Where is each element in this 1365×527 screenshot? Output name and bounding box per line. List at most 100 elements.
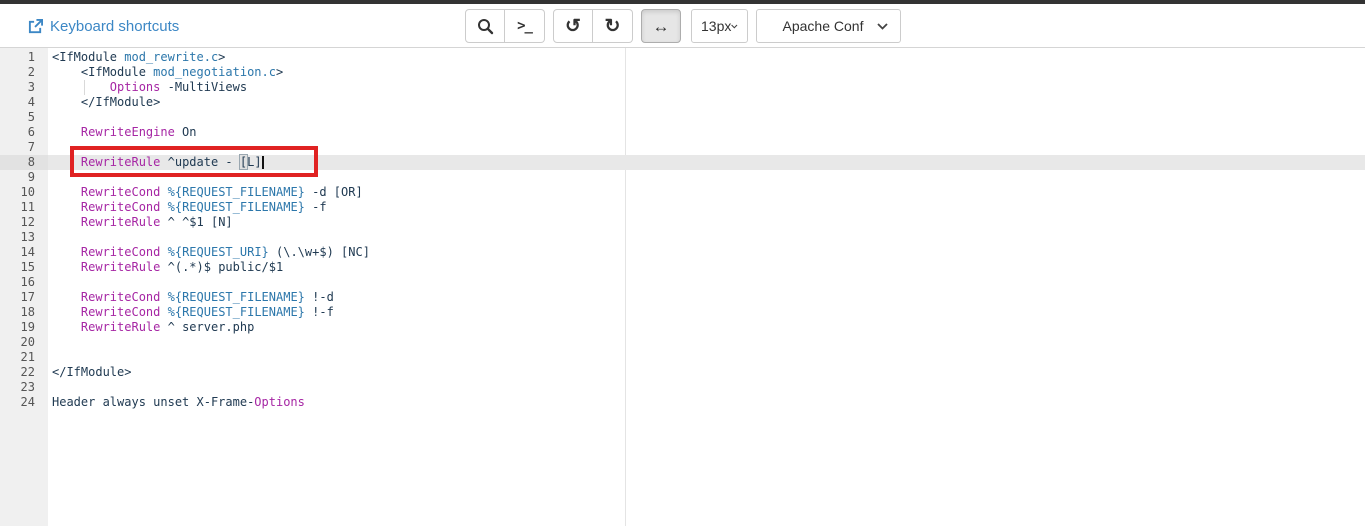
- search-icon: [477, 18, 494, 35]
- code-text: !-d: [305, 290, 334, 304]
- code-line[interactable]: 5: [0, 110, 1365, 125]
- line-number: 18: [0, 305, 48, 320]
- code-text: [52, 185, 81, 199]
- code-line[interactable]: 7: [0, 140, 1365, 155]
- code-line-content[interactable]: [48, 110, 1365, 125]
- code-editor[interactable]: 1<IfModule mod_rewrite.c>2 <IfModule mod…: [0, 48, 1365, 526]
- code-line-content[interactable]: [48, 140, 1365, 155]
- keyboard-shortcuts-label: Keyboard shortcuts: [50, 18, 179, 35]
- code-line[interactable]: 22 </IfModule>: [0, 365, 1365, 380]
- redo-button[interactable]: ↻: [593, 9, 633, 43]
- font-size-select[interactable]: 13px: [691, 9, 748, 43]
- syntax-select[interactable]: Apache Conf: [756, 9, 901, 43]
- code-line-content[interactable]: [48, 380, 1365, 395]
- code-text: -f: [305, 200, 327, 214]
- code-line[interactable]: 19 RewriteRule ^ server.php: [0, 320, 1365, 335]
- code-string: mod_negotiation.c: [153, 65, 276, 79]
- code-line[interactable]: 17 RewriteCond %{REQUEST_FILENAME} !-d: [0, 290, 1365, 305]
- code-line-content[interactable]: RewriteRule ^(.*)$ public/$1: [48, 260, 1365, 275]
- code-text: [160, 185, 167, 199]
- code-line-content[interactable]: RewriteRule ^update - [L]: [48, 155, 1365, 170]
- code-text: [160, 305, 167, 319]
- line-number: 22: [0, 365, 48, 380]
- code-line-content[interactable]: </IfModule>: [48, 95, 1365, 110]
- terminal-button[interactable]: >_: [505, 9, 545, 43]
- code-line-content[interactable]: RewriteCond %{REQUEST_FILENAME} -f: [48, 200, 1365, 215]
- code-line-content[interactable]: [48, 275, 1365, 290]
- search-button[interactable]: [465, 9, 505, 43]
- line-number: 3: [0, 80, 48, 95]
- line-number: 14: [0, 245, 48, 260]
- code-line-content[interactable]: RewriteCond %{REQUEST_FILENAME} -d [OR]: [48, 185, 1365, 200]
- code-line[interactable]: 21: [0, 350, 1365, 365]
- code-line[interactable]: 16: [0, 275, 1365, 290]
- code-line[interactable]: 6 RewriteEngine On: [0, 125, 1365, 140]
- code-line-content[interactable]: RewriteCond %{REQUEST_FILENAME} !-f: [48, 305, 1365, 320]
- code-text: [52, 260, 81, 274]
- code-line-content[interactable]: RewriteEngine On: [48, 125, 1365, 140]
- line-number: 11: [0, 200, 48, 215]
- code-line-content[interactable]: RewriteCond %{REQUEST_URI} (\.\w+$) [NC]: [48, 245, 1365, 260]
- code-line[interactable]: 20: [0, 335, 1365, 350]
- code-keyword: RewriteRule: [81, 260, 160, 274]
- keyboard-shortcuts-link[interactable]: Keyboard shortcuts: [28, 4, 179, 48]
- code-line[interactable]: 8 RewriteRule ^update - [L]: [0, 155, 1365, 170]
- external-link-icon: [28, 19, 43, 34]
- code-line-content[interactable]: [48, 170, 1365, 185]
- code-text: [52, 155, 81, 169]
- code-text: >: [218, 50, 225, 64]
- code-line-content[interactable]: RewriteCond %{REQUEST_FILENAME} !-d: [48, 290, 1365, 305]
- code-line-content[interactable]: RewriteRule ^ server.php: [48, 320, 1365, 335]
- code-string: %{REQUEST_FILENAME}: [168, 200, 305, 214]
- code-text: !-f: [305, 305, 334, 319]
- font-size-value: 13px: [701, 18, 731, 34]
- code-line[interactable]: 11 RewriteCond %{REQUEST_FILENAME} -f: [0, 200, 1365, 215]
- wrap-toggle-button[interactable]: ↔: [641, 9, 681, 43]
- code-text: [160, 200, 167, 214]
- code-line[interactable]: 3 Options -MultiViews: [0, 80, 1365, 95]
- line-number: 8: [0, 155, 48, 170]
- code-text: >: [276, 65, 283, 79]
- code-keyword: RewriteCond: [81, 200, 160, 214]
- code-string: mod_rewrite.c: [124, 50, 218, 64]
- line-number: 4: [0, 95, 48, 110]
- code-line[interactable]: 4 </IfModule>: [0, 95, 1365, 110]
- code-line-content[interactable]: Options -MultiViews: [48, 80, 1365, 95]
- code-line[interactable]: 23: [0, 380, 1365, 395]
- code-line-content[interactable]: Header always unset X-Frame-Options: [48, 395, 1365, 410]
- code-line[interactable]: 10 RewriteCond %{REQUEST_FILENAME} -d [O…: [0, 185, 1365, 200]
- code-text: [52, 305, 81, 319]
- code-line-content[interactable]: </IfModule>: [48, 365, 1365, 380]
- code-line[interactable]: 24Header always unset X-Frame-Options: [0, 395, 1365, 410]
- syntax-value: Apache Conf: [769, 18, 877, 34]
- code-text: </IfModule>: [52, 365, 131, 379]
- code-line[interactable]: 14 RewriteCond %{REQUEST_URI} (\.\w+$) […: [0, 245, 1365, 260]
- line-number: 19: [0, 320, 48, 335]
- code-line-content[interactable]: [48, 350, 1365, 365]
- code-line[interactable]: 2 <IfModule mod_negotiation.c>: [0, 65, 1365, 80]
- line-number: 10: [0, 185, 48, 200]
- undo-button[interactable]: ↺: [553, 9, 593, 43]
- code-line-content[interactable]: [48, 335, 1365, 350]
- code-line[interactable]: 1<IfModule mod_rewrite.c>: [0, 50, 1365, 65]
- code-line[interactable]: 9: [0, 170, 1365, 185]
- code-text: <IfModule: [52, 65, 153, 79]
- code-text: ^update -: [160, 155, 239, 169]
- code-line-content[interactable]: [48, 230, 1365, 245]
- code-line-content[interactable]: RewriteRule ^ ^$1 [N]: [48, 215, 1365, 230]
- code-string: %{REQUEST_FILENAME}: [168, 290, 305, 304]
- code-text: On: [175, 125, 197, 139]
- code-keyword: RewriteCond: [81, 305, 160, 319]
- code-line-content[interactable]: <IfModule mod_negotiation.c>: [48, 65, 1365, 80]
- code-text: [160, 290, 167, 304]
- line-number: 21: [0, 350, 48, 365]
- line-number: 16: [0, 275, 48, 290]
- code-line-content[interactable]: <IfModule mod_rewrite.c>: [48, 50, 1365, 65]
- code-text: [52, 80, 110, 94]
- code-line[interactable]: 13: [0, 230, 1365, 245]
- code-keyword: RewriteEngine: [81, 125, 175, 139]
- code-text: -MultiViews: [160, 80, 247, 94]
- code-line[interactable]: 18 RewriteCond %{REQUEST_FILENAME} !-f: [0, 305, 1365, 320]
- code-line[interactable]: 12 RewriteRule ^ ^$1 [N]: [0, 215, 1365, 230]
- code-line[interactable]: 15 RewriteRule ^(.*)$ public/$1: [0, 260, 1365, 275]
